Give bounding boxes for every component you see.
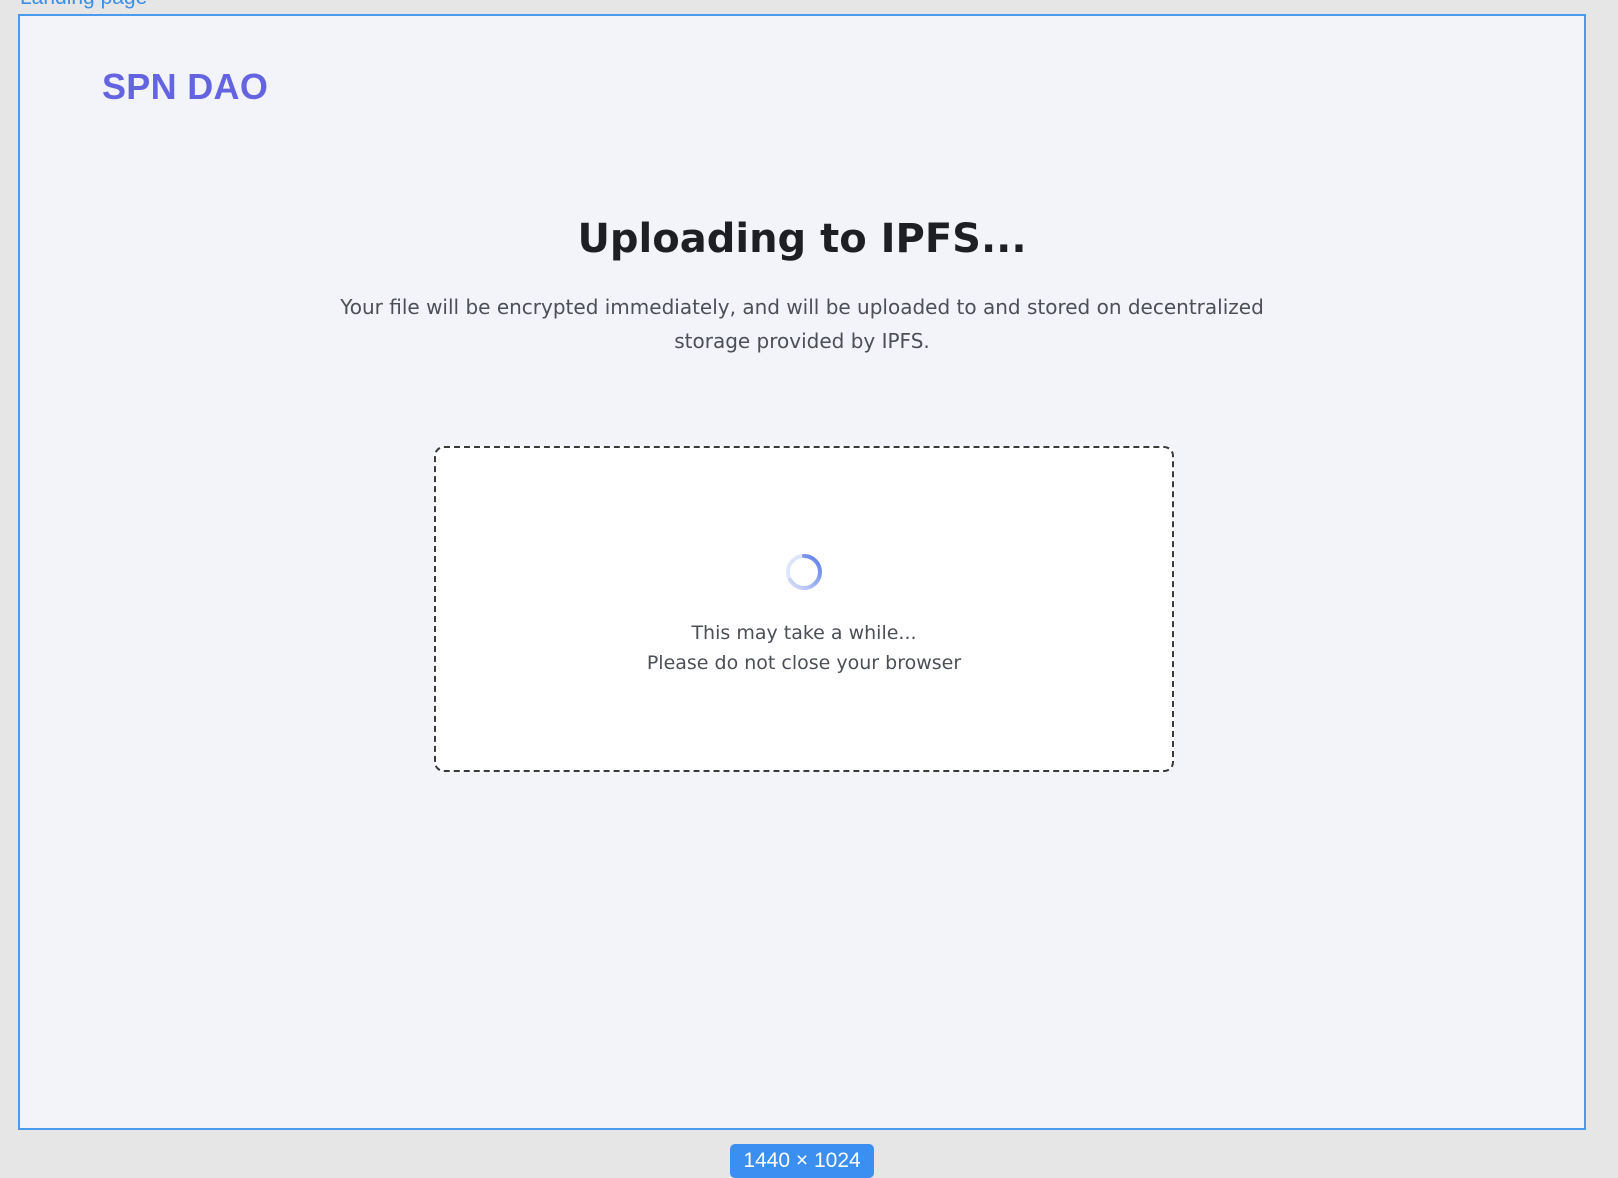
brand-logo[interactable]: SPN DAO bbox=[102, 66, 268, 108]
loading-spinner-icon bbox=[786, 554, 822, 590]
page-title: Uploading to IPFS... bbox=[577, 216, 1027, 262]
frame-label: Landing page bbox=[20, 0, 147, 10]
frame-size-badge: 1440 × 1024 bbox=[730, 1144, 874, 1178]
page-subtitle: Your file will be encrypted immediately,… bbox=[340, 295, 1264, 353]
landing-page-frame: SPN DAO Uploading to IPFS... Your file w… bbox=[18, 14, 1586, 1130]
wait-message: This may take a while... bbox=[691, 622, 917, 644]
upload-dropzone: This may take a while... Please do not c… bbox=[434, 446, 1174, 772]
do-not-close-message: Please do not close your browser bbox=[646, 652, 962, 674]
